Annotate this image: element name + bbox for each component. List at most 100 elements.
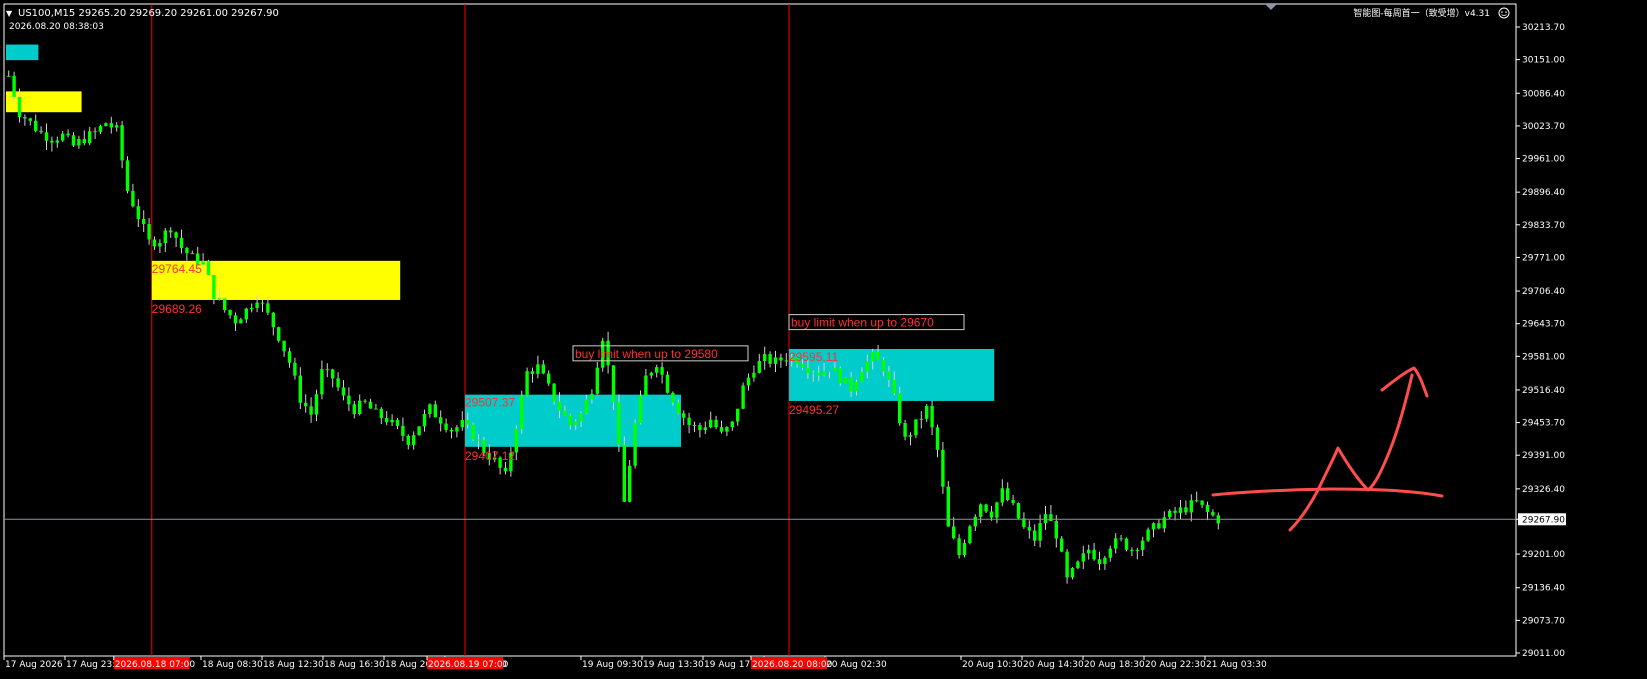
price-tick-label: 29643.70 [1522, 320, 1565, 330]
candle-body [88, 131, 92, 144]
candle-body [358, 400, 362, 415]
candle-body [71, 135, 76, 146]
demand-zone-cyan[interactable] [6, 44, 39, 61]
price-tick-label: 30023.70 [1522, 122, 1565, 132]
candle-body [250, 307, 254, 309]
candle-body [730, 421, 734, 428]
order-note-text[interactable]: buy limit when up to 29580 [575, 347, 718, 361]
candle-body [115, 125, 119, 128]
candle-body [979, 504, 983, 517]
candle-body [309, 406, 313, 415]
time-tick-label: 20 Aug 10:30 [962, 660, 1023, 670]
candle-body [169, 230, 173, 233]
candle-body [336, 378, 340, 388]
candle-body [1173, 510, 1177, 513]
dropdown-caret-icon[interactable]: ▼ [6, 9, 13, 18]
candle-body [806, 368, 810, 373]
candle-body [12, 75, 16, 97]
candle-body [520, 395, 524, 429]
candle-body [1065, 551, 1069, 578]
candle-body [1119, 538, 1123, 540]
time-axis[interactable]: 17 Aug 2026 17 Aug 23:302026.08.18 07:00 1… [3, 656, 1267, 670]
candle-body [757, 361, 761, 373]
candle-body [665, 374, 670, 393]
candle-body [282, 340, 286, 352]
price-tick-label: 29391.00 [1522, 451, 1565, 461]
candle-body [530, 371, 535, 374]
chart-canvas[interactable]: 29764.45 29689.26 29507.37 29407.12 29595.11… [0, 0, 1647, 679]
zone-top-price-label: 29595.11 [789, 350, 838, 364]
candle-body [1200, 500, 1204, 505]
indicator-label[interactable]: 智能图-每周首一（致受增）v4.31 [1353, 7, 1490, 19]
candle-body [1038, 523, 1042, 541]
candle-body [82, 139, 86, 144]
candle-body [28, 118, 32, 121]
candle-body [1130, 549, 1134, 551]
candle-body [1108, 548, 1112, 558]
price-tick-label: 30151.00 [1522, 56, 1565, 66]
candle-body [368, 401, 373, 409]
candle-body [908, 435, 913, 437]
candle-body [417, 426, 421, 436]
candle-body [287, 351, 292, 363]
candle-body [1060, 538, 1064, 552]
candle-body [1027, 527, 1031, 531]
candle-body [536, 364, 540, 374]
candle-body [709, 419, 713, 428]
order-note-text[interactable]: buy limit when up to 29670 [791, 316, 934, 330]
price-tick-label: 29326.40 [1522, 485, 1565, 495]
candle-body [98, 126, 103, 132]
candle-body [44, 132, 49, 141]
candle-body [903, 423, 907, 437]
candle-body [34, 120, 38, 131]
candle-body [293, 362, 297, 376]
candle-body [109, 123, 113, 128]
candle-body [406, 435, 410, 445]
price-axis[interactable]: 30213.70 30151.00 30086.40 30023.70 29961.00… [1516, 23, 1566, 659]
candle-body [541, 364, 545, 374]
candle-body [7, 75, 11, 77]
candle-body [833, 368, 837, 372]
candle-body [50, 140, 54, 143]
candle-body [503, 467, 508, 472]
candle-body [390, 419, 394, 423]
price-tick-label: 29771.00 [1522, 253, 1565, 263]
candle-body [671, 392, 675, 403]
candle-body [584, 399, 589, 414]
time-tick-label: 2026.08.18 07:00 [115, 660, 196, 670]
candle-body [152, 239, 157, 247]
candle-body [1141, 540, 1145, 550]
candle-body [547, 373, 551, 384]
candle-body [131, 190, 135, 207]
candle-body [1124, 538, 1129, 550]
supply-zone-yellow[interactable] [6, 91, 82, 113]
time-tick-label: 20 Aug 02:30 [826, 660, 887, 670]
candle-body [1016, 503, 1021, 519]
candle-body [412, 435, 416, 445]
candle-body [1092, 549, 1096, 560]
candle-body [919, 418, 923, 420]
plot-area[interactable] [3, 3, 1517, 657]
price-tick-label: 29453.70 [1522, 419, 1565, 429]
time-tick-label: 17 Aug 2026 [5, 660, 63, 670]
zone-bottom-price-label: 29407.12 [465, 449, 515, 463]
candle-body [962, 543, 967, 555]
candle-body [1114, 538, 1118, 549]
candle-body [1195, 500, 1199, 502]
candle-body [914, 419, 918, 436]
candle-body [898, 393, 902, 424]
candle-body [741, 385, 745, 409]
candle-body [1033, 530, 1037, 541]
candle-body [595, 367, 599, 394]
zone-bottom-price-label: 29689.26 [152, 302, 202, 316]
candle-body [1000, 488, 1004, 503]
candle-body [228, 310, 232, 316]
candle-body [930, 405, 934, 428]
candle-body [158, 242, 162, 247]
price-tick-label: 29073.70 [1522, 616, 1565, 626]
time-tick-label: 20 Aug 22:30 [1145, 660, 1206, 670]
candle-body [244, 308, 248, 320]
candle-body [206, 261, 211, 275]
trading-chart-window[interactable]: 29764.45 29689.26 29507.37 29407.12 29595.11… [0, 0, 1647, 679]
candle-body [142, 218, 146, 224]
